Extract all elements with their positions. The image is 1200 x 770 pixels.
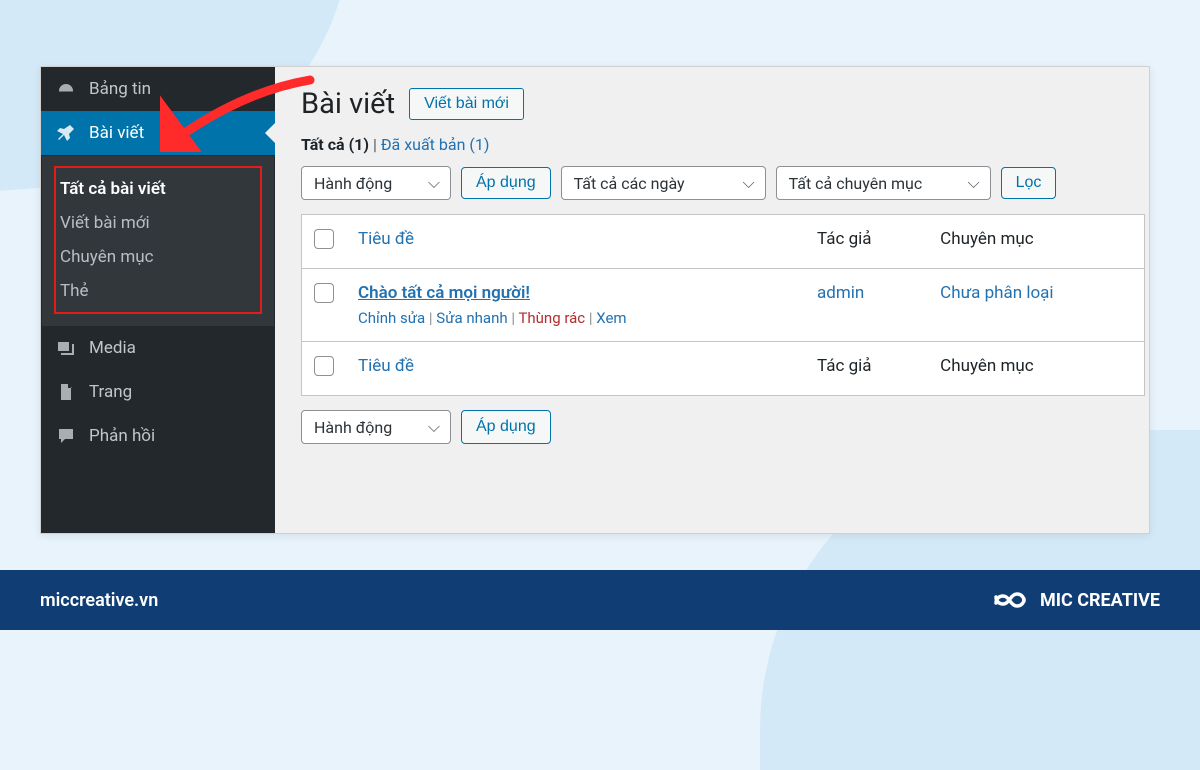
annotation-highlight: Tất cả bài viết Viết bài mới Chuyên mục … (54, 166, 262, 314)
chevron-down-icon: ⌵ (742, 173, 754, 193)
action-trash[interactable]: Thùng rác (518, 309, 585, 327)
page-head: Bài viết Viết bài mới (301, 87, 1145, 121)
bulk-action-select-bottom[interactable]: Hành động ⌵ (301, 410, 451, 444)
submenu-item-categories[interactable]: Chuyên mục (56, 240, 260, 274)
post-author-link[interactable]: admin (817, 283, 864, 303)
sidebar-item-posts[interactable]: Bài viết (41, 111, 275, 155)
sidebar-item-label: Media (89, 338, 136, 358)
admin-window: Bảng tin Bài viết Tất cả bài viết Viết b… (40, 66, 1150, 534)
select-all-checkbox-bottom[interactable] (314, 356, 334, 376)
column-footer-author: Tác giả (805, 342, 928, 396)
date-filter-select[interactable]: Tất cả các ngày ⌵ (561, 166, 766, 200)
apply-button-top[interactable]: Áp dụng (461, 167, 551, 199)
submenu-item-new-post[interactable]: Viết bài mới (56, 206, 260, 240)
media-icon (55, 337, 77, 359)
select-all-checkbox[interactable] (314, 229, 334, 249)
bulk-action-select[interactable]: Hành động ⌵ (301, 166, 451, 200)
chevron-down-icon: ⌵ (428, 173, 440, 193)
column-footer-title[interactable]: Tiêu đề (346, 342, 805, 396)
action-quick[interactable]: Sửa nhanh (436, 309, 507, 327)
sidebar-item-label: Phản hồi (89, 426, 155, 446)
filter-published[interactable]: Đã xuất bản (1) (381, 135, 490, 154)
page-footer: miccreative.vn MIC CREATIVE (0, 570, 1200, 630)
sidebar-item-label: Bài viết (89, 123, 144, 143)
pin-icon (55, 122, 77, 144)
chevron-down-icon: ⌵ (428, 417, 440, 437)
comment-icon (55, 425, 77, 447)
table-row: Chào tất cả mọi người! Chỉnh sửa | Sửa n… (302, 269, 1145, 342)
filter-all[interactable]: Tất cả (1) (301, 135, 369, 154)
page-icon (55, 381, 77, 403)
action-edit[interactable]: Chỉnh sửa (358, 309, 425, 327)
dashboard-icon (55, 78, 77, 100)
admin-sidebar: Bảng tin Bài viết Tất cả bài viết Viết b… (41, 67, 275, 533)
footer-brand: MIC CREATIVE (990, 589, 1160, 611)
sidebar-item-pages[interactable]: Trang (41, 370, 275, 414)
sidebar-item-comments[interactable]: Phản hồi (41, 414, 275, 458)
top-toolbar: Hành động ⌵ Áp dụng Tất cả các ngày ⌵ Tấ… (301, 166, 1145, 200)
column-footer-category: Chuyên mục (928, 342, 1144, 396)
posts-table: Tiêu đề Tác giả Chuyên mục Chào tất cả m… (301, 214, 1145, 396)
filter-button[interactable]: Lọc (1001, 167, 1057, 199)
status-filters: Tất cả (1) | Đã xuất bản (1) (301, 135, 1145, 154)
column-header-author: Tác giả (805, 215, 928, 269)
footer-site: miccreative.vn (40, 590, 158, 611)
posts-submenu: Tất cả bài viết Viết bài mới Chuyên mục … (42, 156, 274, 326)
action-view[interactable]: Xem (596, 309, 626, 327)
add-new-button[interactable]: Viết bài mới (409, 88, 524, 120)
sidebar-item-label: Trang (89, 382, 132, 402)
post-title-link[interactable]: Chào tất cả mọi người! (358, 283, 530, 303)
submenu-item-tags[interactable]: Thẻ (56, 274, 260, 308)
submenu-item-all-posts[interactable]: Tất cả bài viết (56, 172, 260, 206)
sidebar-item-media[interactable]: Media (41, 326, 275, 370)
row-checkbox[interactable] (314, 283, 334, 303)
chevron-down-icon: ⌵ (967, 173, 979, 193)
row-actions: Chỉnh sửa | Sửa nhanh | Thùng rác | Xem (358, 309, 793, 327)
bottom-toolbar: Hành động ⌵ Áp dụng (301, 410, 1145, 444)
column-header-title[interactable]: Tiêu đề (346, 215, 805, 269)
sidebar-item-dashboard[interactable]: Bảng tin (41, 67, 275, 111)
main-content: Bài viết Viết bài mới Tất cả (1) | Đã xu… (275, 67, 1149, 533)
sidebar-item-label: Bảng tin (89, 79, 151, 99)
category-filter-select[interactable]: Tất cả chuyên mục ⌵ (776, 166, 991, 200)
apply-button-bottom[interactable]: Áp dụng (461, 410, 551, 444)
post-category-link[interactable]: Chưa phân loại (940, 283, 1053, 303)
column-header-category: Chuyên mục (928, 215, 1144, 269)
infinity-icon (990, 589, 1030, 611)
page-title: Bài viết (301, 87, 395, 121)
